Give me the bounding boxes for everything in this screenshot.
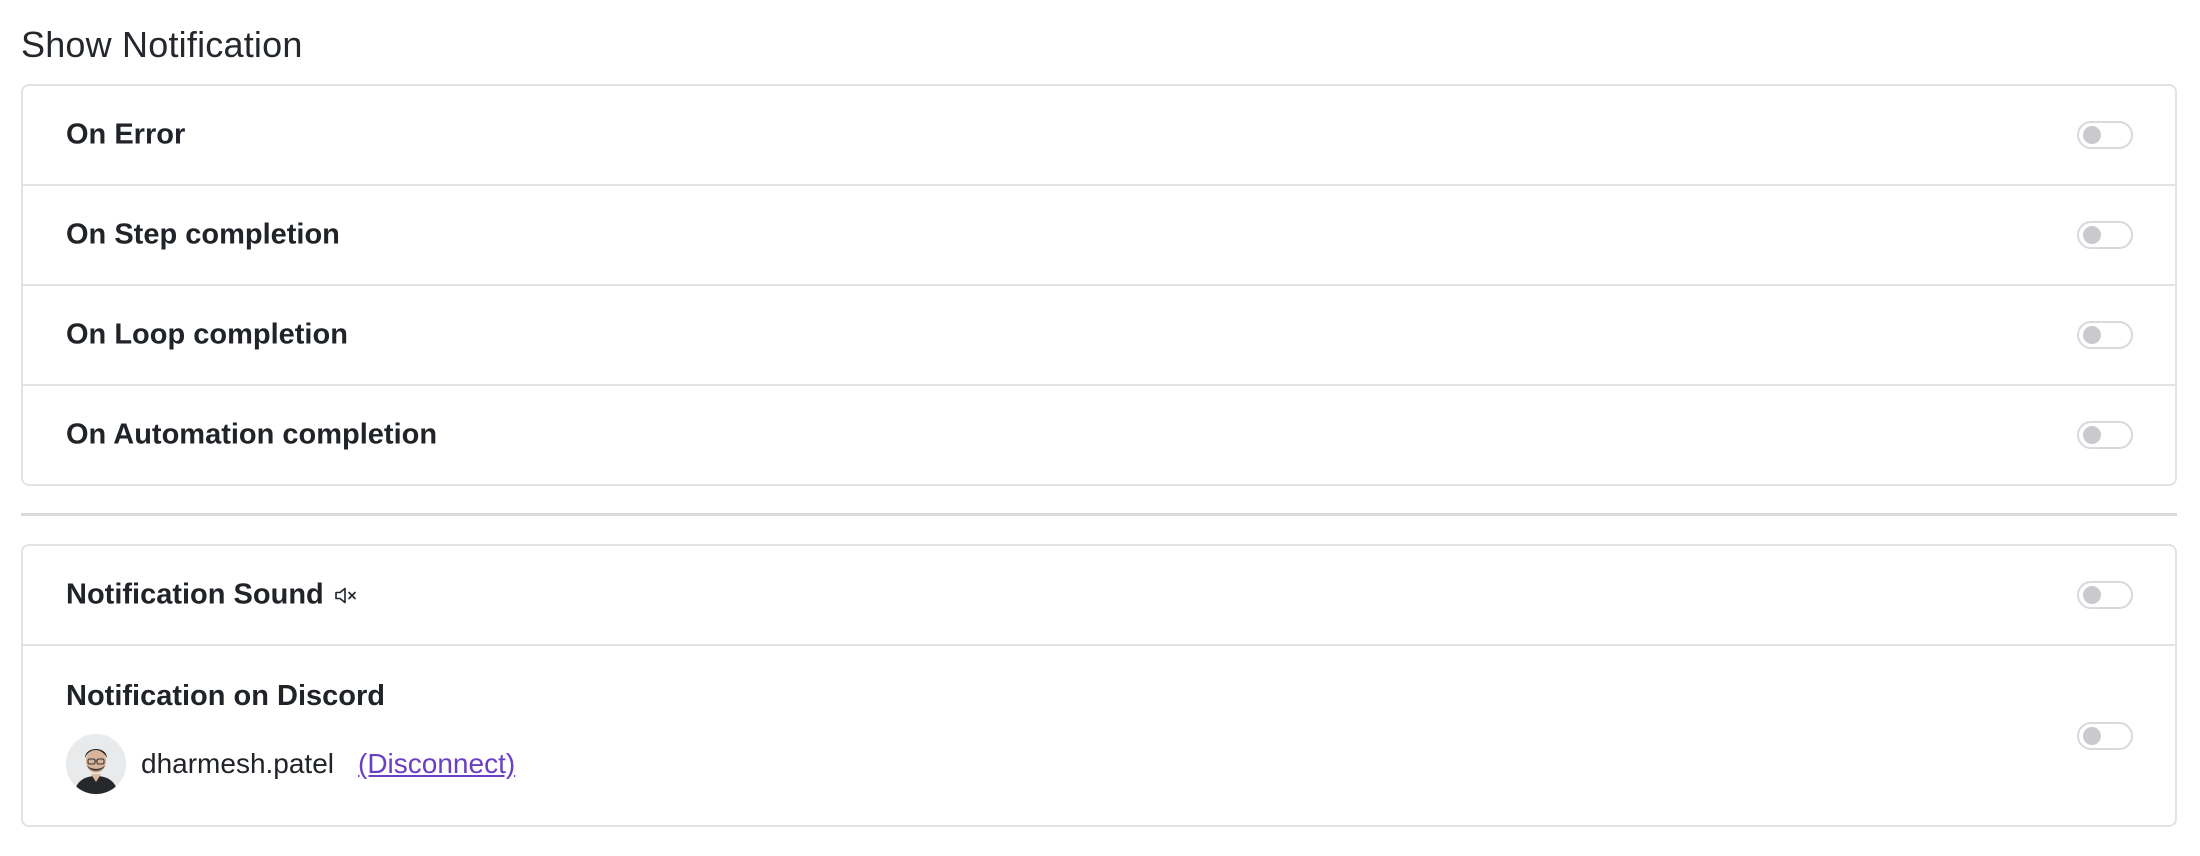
- notification-row-on-automation-completion: On Automation completion: [23, 386, 2175, 484]
- notification-channels-card: Notification Sound Notification on Disco…: [21, 544, 2177, 827]
- discord-username: dharmesh.patel: [141, 748, 335, 779]
- toggle-knob: [2083, 126, 2101, 144]
- notification-row-sound: Notification Sound: [23, 546, 2175, 646]
- toggle-knob: [2083, 326, 2101, 344]
- mute-icon: [334, 585, 358, 605]
- notification-sound-toggle[interactable]: [2077, 581, 2133, 609]
- row-label: On Step completion: [66, 218, 340, 251]
- toggle-knob: [2083, 727, 2101, 745]
- notification-events-card: On Error On Step completion On Loop comp…: [21, 84, 2177, 486]
- on-loop-completion-toggle[interactable]: [2077, 321, 2133, 349]
- page-title: Show Notification: [21, 24, 303, 65]
- on-automation-completion-toggle[interactable]: [2077, 421, 2133, 449]
- row-label: On Error: [66, 118, 186, 151]
- notification-settings: Show Notification On Error On Step compl…: [0, 0, 2200, 856]
- row-label: On Loop completion: [66, 318, 348, 351]
- notification-row-on-step-completion: On Step completion: [23, 186, 2175, 286]
- discord-notification-toggle[interactable]: [2077, 722, 2133, 750]
- disconnect-link[interactable]: (Disconnect): [358, 748, 515, 780]
- discord-label: Notification on Discord: [66, 680, 385, 712]
- section-divider: [21, 513, 2177, 516]
- on-error-toggle[interactable]: [2077, 121, 2133, 149]
- notification-row-discord: Notification on Discord dharmesh.patel (…: [23, 646, 2175, 825]
- row-label: On Automation completion: [66, 418, 438, 451]
- row-label: Notification Sound: [66, 579, 358, 612]
- sound-label: Notification Sound: [66, 578, 324, 611]
- notification-row-on-error: On Error: [23, 86, 2175, 186]
- toggle-knob: [2083, 226, 2101, 244]
- toggle-knob: [2083, 426, 2101, 444]
- avatar: [66, 734, 126, 794]
- toggle-knob: [2083, 586, 2101, 604]
- on-step-completion-toggle[interactable]: [2077, 221, 2133, 249]
- discord-account: dharmesh.patel (Disconnect): [66, 734, 515, 794]
- notification-row-on-loop-completion: On Loop completion: [23, 286, 2175, 386]
